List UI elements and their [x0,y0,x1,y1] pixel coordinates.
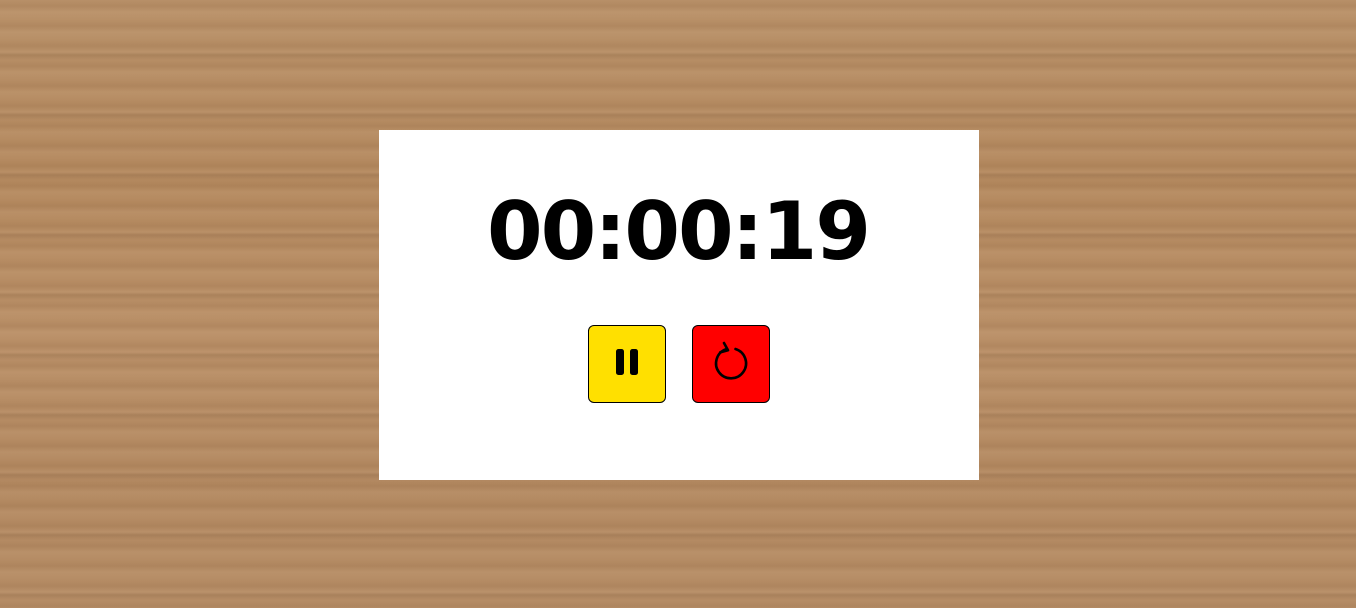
pause-button[interactable] [588,325,666,403]
pause-icon [613,347,641,381]
timer-display: 00:00:19 [487,185,871,278]
reset-button[interactable] [692,325,770,403]
stopwatch-panel [379,130,979,480]
reset-icon [709,340,753,388]
